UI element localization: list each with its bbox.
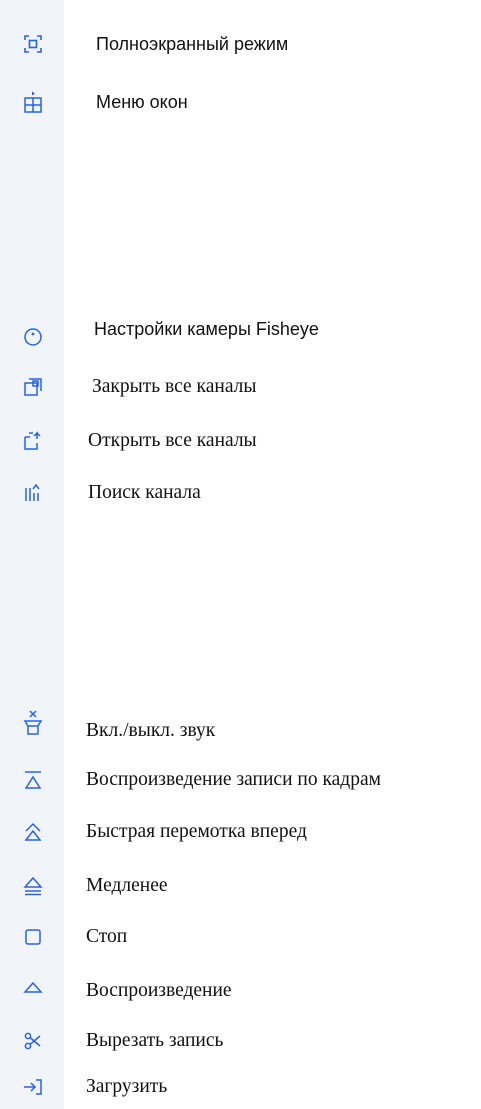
menu-item-label: Вырезать запись bbox=[86, 1030, 224, 1051]
download-icon bbox=[22, 1076, 44, 1098]
close-channels-icon bbox=[22, 376, 44, 398]
menu-item-fisheye-settings[interactable]: Настройки камеры Fisheye bbox=[0, 314, 481, 346]
menu-item-label: Закрыть все каналы bbox=[92, 376, 257, 397]
menu-item-cut-record[interactable]: Вырезать запись bbox=[0, 1026, 481, 1056]
menu-item-slow[interactable]: Медленее bbox=[0, 871, 481, 901]
menu-item-label: Вкл./выкл. звук bbox=[86, 720, 216, 741]
menu-item-label: Загрузить bbox=[86, 1076, 168, 1097]
frame-playback-icon bbox=[22, 769, 44, 791]
menu-item-fullscreen[interactable]: Полноэкранный режим bbox=[0, 29, 481, 59]
menu-item-label: Воспроизведение записи по кадрам bbox=[86, 769, 381, 790]
menu-item-channel-search[interactable]: Поиск канала bbox=[0, 478, 481, 508]
menu-item-frame-playback[interactable]: Воспроизведение записи по кадрам bbox=[0, 765, 481, 795]
menu-item-audio-toggle[interactable]: Вкл./выкл. звук bbox=[0, 710, 481, 746]
menu-item-label: Меню окон bbox=[96, 92, 188, 112]
open-channels-icon bbox=[22, 430, 44, 452]
menu-item-window-menu[interactable]: Меню окон bbox=[0, 87, 481, 117]
menu-item-label: Поиск канала bbox=[88, 482, 201, 503]
cut-record-icon bbox=[22, 1030, 44, 1052]
menu-item-label: Стоп bbox=[86, 926, 128, 947]
menu-item-stop[interactable]: Стоп bbox=[0, 922, 481, 952]
fisheye-icon bbox=[22, 326, 44, 348]
fast-forward-icon bbox=[22, 821, 44, 843]
menu-item-label: Воспроизведение bbox=[86, 980, 232, 1001]
menu-item-close-all-channels[interactable]: Закрыть все каналы bbox=[0, 372, 481, 402]
menu-item-label: Полноэкранный режим bbox=[96, 34, 289, 54]
menu-item-download[interactable]: Загрузить bbox=[0, 1072, 481, 1102]
fullscreen-icon bbox=[22, 33, 44, 55]
audio-toggle-icon bbox=[22, 710, 44, 735]
menu-item-label: Медленее bbox=[86, 875, 168, 896]
menu-item-playback[interactable]: Воспроизведение bbox=[0, 976, 481, 1006]
menu-item-label: Открыть все каналы bbox=[88, 430, 257, 451]
menu-item-fast-forward[interactable]: Быстрая перемотка вперед bbox=[0, 817, 481, 847]
play-icon bbox=[22, 977, 44, 999]
menu-item-label: Настройки камеры Fisheye bbox=[94, 319, 319, 339]
menu-item-open-all-channels[interactable]: Открыть все каналы bbox=[0, 426, 481, 456]
slow-icon bbox=[22, 875, 44, 897]
stop-icon bbox=[22, 926, 44, 948]
menu-item-label: Быстрая перемотка вперед bbox=[86, 821, 307, 842]
window-grid-icon bbox=[22, 91, 44, 113]
channel-search-icon bbox=[22, 482, 44, 504]
